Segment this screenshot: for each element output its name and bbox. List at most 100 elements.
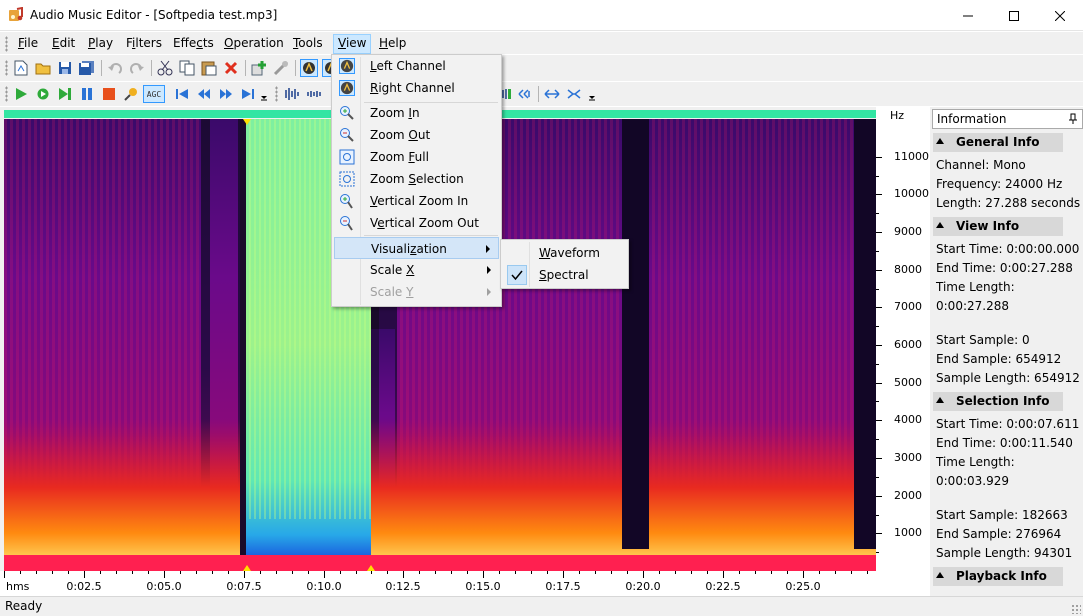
view-menu-item-vertical-zoom-out[interactable]: Vertical Zoom Out [334,212,499,234]
pin-icon[interactable] [1068,113,1078,125]
paste-button[interactable] [200,59,218,77]
silence-band [854,119,876,549]
pause-button[interactable] [78,85,96,103]
view-menu-item-zoom-full[interactable]: Zoom Full [334,146,499,168]
info-line: Sample Length: 654912 [936,371,1080,385]
section-playback-info[interactable]: Playback Info [933,567,1063,586]
time-minor-tick [276,571,277,574]
info-line: Frequency: 24000 Hz [936,177,1063,191]
visualization-item-waveform[interactable]: Waveform [503,242,626,264]
undo-button[interactable] [106,59,124,77]
time-minor-tick [387,571,388,574]
time-minor-tick [36,571,37,574]
waveform-tool-2-button[interactable] [305,85,323,103]
close-button[interactable] [1037,0,1083,31]
info-line: 0:00:27.288 [936,299,1009,313]
menu-effects[interactable]: Effects [169,34,218,54]
play-to-end-button[interactable] [56,85,74,103]
energy-low-band [4,419,876,571]
menu-view[interactable]: View [333,34,372,54]
left-channel-toggle[interactable] [300,59,318,77]
save-button[interactable] [56,59,74,77]
frequency-label: 4000 [894,413,922,426]
view-menu-item-scale-y[interactable]: Scale Y [334,281,499,303]
frequency-tick [876,307,882,308]
toolbar-grip[interactable] [5,60,8,76]
toolbar-grip[interactable] [5,86,8,102]
new-file-icon [14,60,28,76]
menu-separator [364,235,498,236]
menu-item-label: Scale Y [370,285,414,299]
view-menu-item-scale-x[interactable]: Scale X [334,259,499,281]
go-end-button[interactable] [239,85,257,103]
toolbar-grip[interactable] [275,86,278,102]
copy-button[interactable] [178,59,196,77]
submenu-arrow-icon [487,288,491,296]
view-menu-item-vertical-zoom-in[interactable]: Vertical Zoom In [334,190,499,212]
visualization-item-spectral[interactable]: Spectral [503,264,626,286]
agc-toggle[interactable]: AGC [143,85,165,103]
frequency-tick [876,496,882,497]
fast-forward-button[interactable] [217,85,235,103]
menu-file[interactable]: File [14,34,42,54]
menu-operation[interactable]: Operation [220,34,288,54]
section-selection-info[interactable]: Selection Info [933,392,1063,411]
zoom-fit-vertical-button[interactable] [565,85,583,103]
waveform-tool-1-button[interactable] [283,85,301,103]
frequency-ruler: Hz 11000 10000 9000 8000 7000 6000 5000 4000 300… [876,107,929,577]
rewind-small-button[interactable] [516,85,534,103]
menubar-grip[interactable] [5,36,8,52]
open-file-button[interactable] [34,59,52,77]
delete-button[interactable] [222,59,240,77]
view-menu-item-zoom-in[interactable]: Zoom In [334,102,499,124]
time-minor-tick [835,571,836,574]
time-minor-tick [68,571,69,574]
agc-icon: AGC [146,89,162,99]
record-mix-button[interactable] [272,59,290,77]
minimize-button[interactable] [945,0,991,31]
zoom-fit-button[interactable] [543,85,561,103]
time-minor-tick [52,571,53,574]
view-menu-item-zoom-out[interactable]: Zoom Out [334,124,499,146]
frequency-minor-tick [876,289,879,290]
info-line: Start Time: 0:00:00.000 [936,242,1080,256]
toolbar-overflow-2-button[interactable] [587,85,597,103]
menu-edit[interactable]: Edit [48,34,79,54]
zoom-in-icon [339,105,355,121]
menu-filters[interactable]: Filters [122,34,166,54]
view-menu-item-left-channel[interactable]: Left Channel [334,55,499,77]
time-minor-tick [755,571,756,574]
rewind-button[interactable] [195,85,213,103]
menu-bar: File Edit Play Filters Effects Operation… [0,32,1083,54]
play-button[interactable] [12,85,30,103]
view-menu-item-visualization[interactable]: Visualization [334,237,499,259]
frequency-label: 6000 [894,338,922,351]
maximize-button[interactable] [991,0,1037,31]
view-menu-item-zoom-selection[interactable]: Zoom Selection [334,168,499,190]
section-general-info[interactable]: General Info [933,133,1063,152]
loop-button[interactable] [34,85,52,103]
redo-button[interactable] [128,59,146,77]
insert-button[interactable] [250,59,268,77]
menu-edit-label: Edit [52,36,76,50]
record-button[interactable] [122,85,140,103]
resize-grip-icon[interactable] [1071,604,1081,614]
info-line: Length: 27.288 seconds [936,196,1081,210]
section-view-info[interactable]: View Info [933,217,1063,236]
save-all-button[interactable] [78,59,96,77]
menu-item-label: Zoom Out [370,128,431,142]
view-menu-item-right-channel[interactable]: Right Channel [334,77,499,99]
time-minor-tick [228,571,229,574]
new-file-button[interactable] [12,59,30,77]
menu-help[interactable]: Help [375,34,410,54]
time-major-tick [164,571,165,578]
go-start-button[interactable] [173,85,191,103]
time-label: 0:17.5 [545,580,581,593]
menu-tools[interactable]: Tools [289,34,327,54]
toolbar-overflow-button[interactable] [259,85,269,103]
cut-button[interactable] [156,59,174,77]
menu-play[interactable]: Play [84,34,117,54]
stop-button[interactable] [100,85,118,103]
vertical-zoom-in-icon [339,193,355,209]
time-major-tick [643,571,644,578]
